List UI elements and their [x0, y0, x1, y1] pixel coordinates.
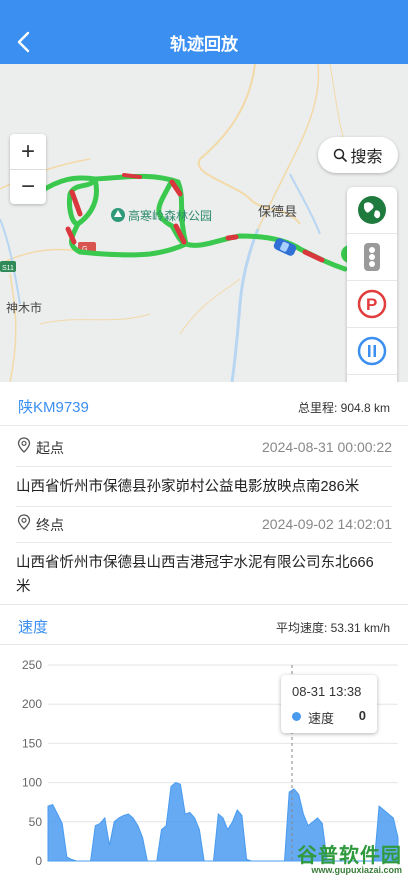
map-label-county: 保德县 [258, 204, 297, 219]
y-tick-label: 0 [35, 854, 42, 868]
watermark-main: 谷普软件园 [297, 845, 402, 867]
end-address: 山西省忻州市保德县山西吉港冠宇水泥有限公司东北666 米 [16, 555, 374, 595]
map-search-button[interactable]: 搜索 [318, 137, 398, 173]
map-road-label-s11: S11 [2, 265, 14, 272]
pause-icon [357, 336, 387, 366]
average-speed: 平均速度: 53.31 km/h [275, 621, 390, 635]
page-title: 轨迹回放 [170, 35, 238, 54]
tooltip-time: 08-31 13:38 [292, 684, 362, 699]
start-label: 起点 [36, 440, 64, 456]
location-pin-icon [17, 514, 31, 530]
start-address: 山西省忻州市保德县孙家峁村公益电影放映点南286米 [16, 479, 360, 495]
traffic-toggle-button[interactable] [347, 234, 397, 281]
y-tick-label: 200 [22, 697, 42, 711]
divider [16, 466, 392, 467]
zoom-in-button[interactable]: + [10, 134, 46, 169]
track-map[interactable]: S11 G 高寒岭森林公园 保德县 神木市 + − 搜索 P [0, 64, 408, 382]
pause-button[interactable] [347, 328, 397, 375]
plate-number: 陕KM9739 [18, 399, 89, 416]
tooltip-series-name: 速度 [308, 711, 335, 726]
total-mileage: 总里程: 904.8 km [297, 401, 390, 415]
traffic-light-icon [364, 243, 380, 271]
vehicle-row: 陕KM9739 总里程: 904.8 km [0, 382, 408, 426]
y-tick-label: 50 [29, 815, 43, 829]
start-time: 2024-08-31 00:00:22 [262, 439, 392, 455]
end-time: 2024-09-02 14:02:01 [262, 516, 392, 532]
search-label: 搜索 [350, 149, 383, 166]
map-type-button[interactable] [347, 187, 397, 234]
y-tick-label: 150 [22, 736, 42, 750]
watermark: 谷普软件园 www.gupuxiazai.com [286, 839, 404, 879]
divider [0, 604, 408, 605]
playback-speed-button[interactable]: 1X [347, 375, 397, 382]
search-icon [334, 148, 348, 162]
parking-icon: P [357, 289, 387, 319]
map-label-park: 高寒岭森林公园 [128, 208, 212, 223]
parking-toggle-button[interactable]: P [347, 281, 397, 328]
divider [16, 506, 392, 507]
zoom-controls: + − [10, 134, 46, 204]
end-label: 终点 [36, 517, 64, 533]
y-tick-label: 250 [22, 658, 42, 672]
tooltip-series-dot [292, 712, 301, 721]
location-pin-icon [17, 437, 31, 453]
y-tick-label: 100 [22, 776, 42, 790]
chart-tooltip: 08-31 13:38 速度 0 [281, 675, 377, 733]
divider [16, 542, 392, 543]
svg-text:P: P [366, 295, 377, 314]
map-toolbar: P 1X [347, 187, 397, 382]
speed-section-title: 速度 [18, 619, 49, 636]
globe-icon [358, 196, 386, 224]
map-label-city: 神木市 [6, 300, 42, 315]
tooltip-value: 0 [358, 708, 366, 723]
watermark-url: www.gupuxiazai.com [311, 865, 402, 875]
zoom-out-button[interactable]: − [10, 169, 46, 204]
